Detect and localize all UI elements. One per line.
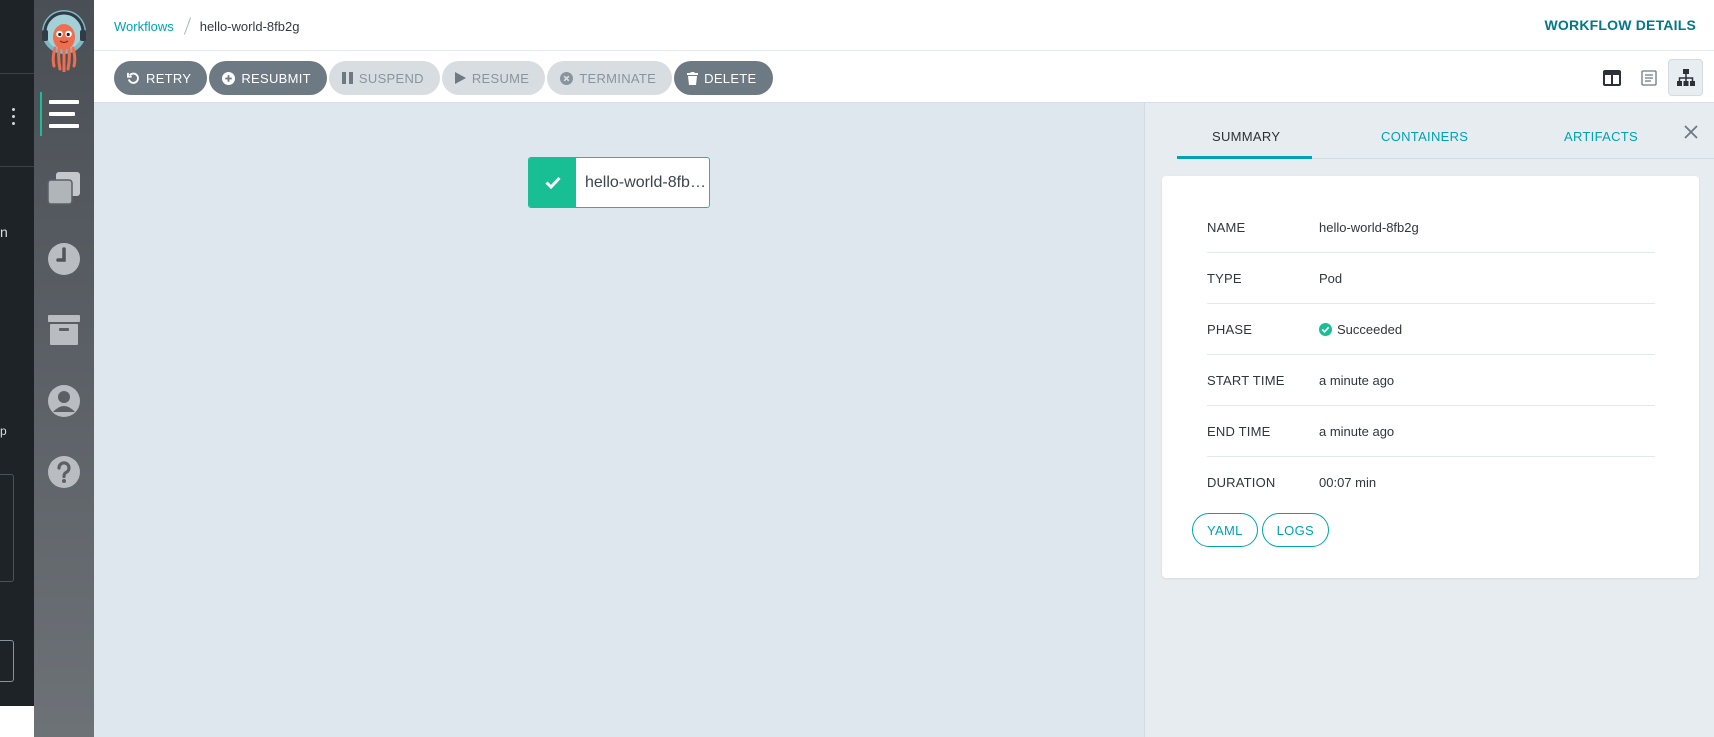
start-time-value: a minute ago [1319, 372, 1395, 388]
logs-button[interactable]: LOGS [1261, 513, 1329, 547]
more-vertical-icon[interactable] [12, 108, 16, 129]
nav-sidebar [34, 0, 94, 737]
suspend-label: SUSPEND [358, 70, 424, 86]
phase-value-wrap: Succeeded [1319, 322, 1402, 337]
tab-summary[interactable]: SUMMARY [1212, 129, 1280, 144]
delete-button[interactable]: DELETE [674, 61, 773, 95]
resume-label: RESUME [471, 70, 530, 86]
split-view-toggle[interactable] [1594, 59, 1629, 96]
summary-row-start-time: START TIME a minute ago [1207, 355, 1655, 406]
copy-icon [47, 172, 80, 205]
nav-item-templates[interactable] [34, 160, 94, 216]
name-label: NAME [1207, 219, 1246, 235]
tab-containers[interactable]: CONTAINERS [1381, 129, 1468, 144]
summary-card: NAME hello-world-8fb2g TYPE Pod PHASE Su… [1162, 176, 1699, 578]
resume-button[interactable]: RESUME [441, 61, 546, 95]
panel-tabs: SUMMARY CONTAINERS ARTIFACTS [1177, 103, 1714, 159]
duration-label: DURATION [1207, 475, 1276, 490]
clock-icon [48, 243, 80, 275]
check-icon [544, 176, 561, 189]
type-label: TYPE [1207, 270, 1242, 286]
plus-circle-icon [222, 71, 236, 85]
yaml-button[interactable]: YAML [1192, 513, 1258, 547]
pause-icon [341, 72, 353, 84]
argo-logo[interactable] [41, 10, 87, 72]
retry-icon [127, 72, 139, 84]
background-panel [0, 474, 14, 582]
name-value: hello-world-8fb2g [1319, 219, 1419, 235]
delete-label: DELETE [704, 70, 757, 86]
play-icon [454, 72, 466, 84]
summary-row-end-time: END TIME a minute ago [1207, 406, 1655, 457]
end-time-value: a minute ago [1319, 423, 1395, 439]
page-title: WORKFLOW DETAILS [1544, 17, 1696, 33]
terminate-button[interactable]: TERMINATE [547, 61, 673, 95]
breadcrumb-workflows-link[interactable]: Workflows [114, 19, 174, 34]
active-tab-indicator [1177, 156, 1312, 159]
phase-value: Succeeded [1337, 321, 1403, 337]
retry-button[interactable]: RETRY [114, 61, 208, 95]
graph-view-toggle[interactable] [1668, 59, 1703, 96]
check-circle-icon [1319, 322, 1332, 336]
background-area [0, 706, 34, 737]
action-toolbar: RETRY RESUBMIT SUSPEND RESUME TERMINATE … [94, 51, 1714, 103]
summary-row-phase: PHASE Succeeded [1207, 304, 1655, 355]
nav-item-workflows[interactable] [34, 86, 94, 142]
node-status-succeeded [529, 158, 576, 207]
type-value: Pod [1319, 270, 1343, 286]
user-icon [48, 385, 80, 417]
list-view-toggle[interactable] [1631, 59, 1666, 96]
truncated-text: n [0, 224, 8, 240]
workflow-graph: hello-world-8fb2g [94, 103, 1144, 737]
end-time-label: END TIME [1207, 423, 1271, 439]
nav-item-cron[interactable] [34, 231, 94, 287]
summary-row-type: TYPE Pod [1207, 253, 1655, 304]
help-icon [48, 456, 80, 488]
terminate-label: TERMINATE [579, 70, 657, 86]
trash-icon [687, 71, 699, 85]
nav-item-archive[interactable] [34, 302, 94, 358]
close-icon [1684, 125, 1698, 139]
summary-row-name: NAME hello-world-8fb2g [1207, 202, 1655, 253]
tab-artifacts[interactable]: ARTIFACTS [1564, 129, 1638, 144]
background-app-strip: n p [0, 0, 34, 737]
divider [0, 73, 34, 74]
close-panel-button[interactable] [1684, 125, 1698, 144]
node-label: hello-world-8fb2g [585, 173, 706, 191]
columns-icon [1602, 69, 1621, 86]
times-circle-icon [560, 71, 574, 85]
breadcrumb-current: hello-world-8fb2g [199, 18, 300, 34]
node-details-panel: SUMMARY CONTAINERS ARTIFACTS NAME hello-… [1144, 103, 1714, 737]
divider [0, 166, 34, 167]
duration-value: 00:07 min [1319, 475, 1377, 490]
workflows-icon [49, 100, 79, 128]
breadcrumb: Workflows hello-world-8fb2g [114, 17, 299, 35]
background-input[interactable] [0, 640, 14, 682]
top-bar: Workflows hello-world-8fb2g WORKFLOW DET… [94, 0, 1714, 51]
suspend-button[interactable]: SUSPEND [328, 61, 440, 95]
summary-row-duration: DURATION 00:07 min [1207, 457, 1655, 508]
nav-item-user[interactable] [34, 373, 94, 429]
resubmit-button[interactable]: RESUBMIT [209, 61, 327, 95]
breadcrumb-separator [183, 17, 191, 35]
archive-icon [48, 315, 80, 345]
sitemap-icon [1676, 68, 1695, 86]
graph-node[interactable]: hello-world-8fb2g [528, 157, 710, 208]
truncated-text: p [0, 424, 7, 438]
nav-item-help[interactable] [34, 444, 94, 500]
resubmit-label: RESUBMIT [241, 70, 311, 86]
start-time-label: START TIME [1207, 372, 1285, 388]
list-icon [1640, 69, 1657, 86]
phase-label: PHASE [1207, 321, 1253, 337]
retry-label: RETRY [146, 70, 192, 86]
